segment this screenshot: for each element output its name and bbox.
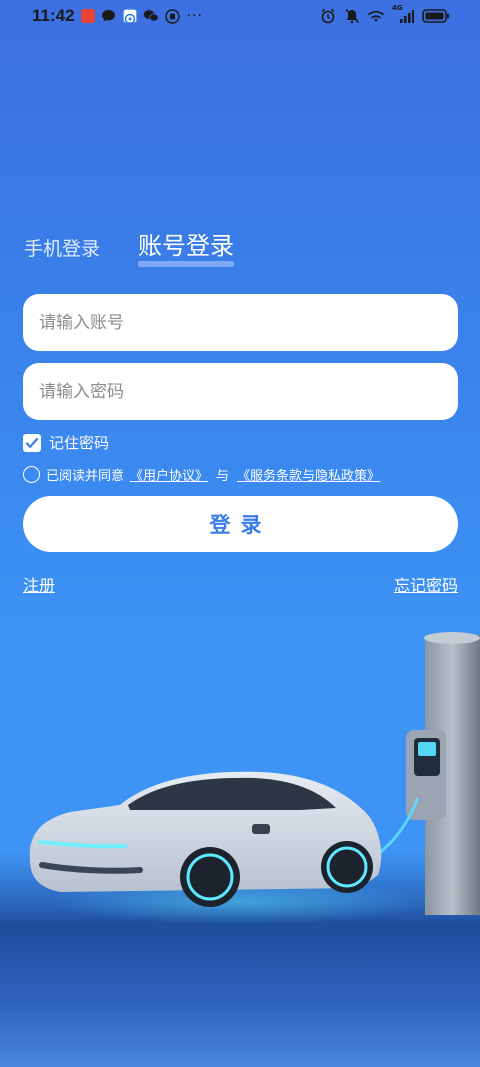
ev-charging-illustration	[0, 632, 480, 1067]
agreement-and: 与	[216, 469, 230, 484]
tab-account-login[interactable]: 账号登录	[138, 226, 235, 267]
remember-password-label: 记住密码	[49, 434, 110, 452]
status-bar-right: 4G	[320, 4, 450, 24]
checkmark-icon	[25, 437, 39, 448]
browser-icon	[122, 9, 137, 25]
active-tab-indicator	[138, 261, 235, 267]
forgot-password-link[interactable]: 忘记密码	[394, 572, 458, 596]
agreement-row: 已阅读并同意 《用户协议》 与 《服务条款与隐私政策》	[23, 465, 380, 484]
status-bar: 11:42 ··· 4G	[0, 0, 480, 32]
battery-icon	[422, 8, 450, 24]
tab-account-login-label: 账号登录	[138, 232, 235, 260]
user-agreement-link[interactable]: 《用户协议》	[130, 465, 208, 484]
login-button[interactable]: 登录	[23, 496, 458, 552]
password-field[interactable]	[23, 363, 458, 420]
app-icon-red	[80, 9, 95, 23]
wechat-icon	[143, 8, 159, 24]
register-link[interactable]: 注册	[23, 572, 55, 596]
remember-password-checkbox[interactable]	[23, 433, 41, 452]
privacy-policy-link[interactable]: 《服务条款与隐私政策》	[237, 465, 380, 484]
mute-icon	[344, 8, 360, 24]
agreement-prefix: 已阅读并同意	[46, 469, 125, 484]
agreement-radio[interactable]	[23, 466, 40, 483]
tab-phone-login[interactable]: 手机登录	[24, 234, 100, 263]
account-input[interactable]	[39, 294, 458, 351]
account-field[interactable]	[23, 294, 458, 351]
network-type-label: 4G	[392, 4, 403, 12]
message-icon	[101, 8, 117, 24]
status-time: 11:42	[32, 6, 75, 25]
remember-password-row[interactable]: 记住密码	[23, 432, 109, 453]
password-input[interactable]	[39, 363, 458, 420]
status-bar-left: 11:42 ···	[32, 6, 203, 26]
signal-icon: 4G	[392, 4, 414, 24]
wifi-icon	[368, 8, 384, 24]
alarm-icon	[320, 8, 336, 24]
app-icon-round	[165, 8, 181, 24]
more-notifications-indicator: ···	[186, 8, 203, 24]
login-tabs: 手机登录 账号登录	[24, 226, 235, 267]
